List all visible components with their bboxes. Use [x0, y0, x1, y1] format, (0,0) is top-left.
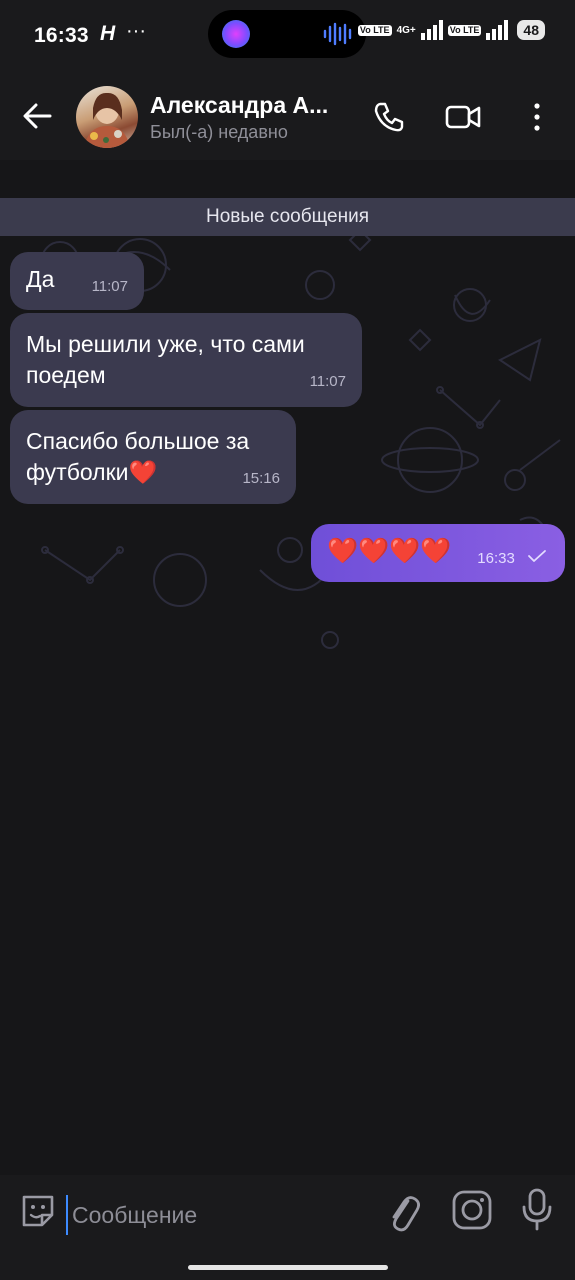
battery-icon: 48	[517, 20, 545, 40]
network-h-icon: H	[100, 22, 116, 45]
volte-icon: Vo LTE	[357, 24, 392, 36]
signal-icon-2	[486, 20, 509, 40]
sent-check-icon	[528, 550, 546, 562]
message-time: 11:07	[91, 278, 128, 295]
app-logo-icon	[222, 20, 250, 48]
status-time: 16:33	[34, 24, 89, 47]
message-input[interactable]: Сообщение	[66, 1195, 372, 1235]
chat-header: Александра А... Был(-а) недавно	[0, 72, 575, 160]
message-bubble-outgoing[interactable]: ❤️❤️❤️❤️ 16:33	[311, 524, 565, 582]
avatar[interactable]	[76, 86, 138, 148]
contact-status: Был(-а) недавно	[150, 122, 288, 142]
message-time: 11:07	[309, 373, 346, 390]
attach-paperclip-icon[interactable]	[386, 1191, 420, 1233]
status-bar: 16:33 H ··· Vo LTE 4G+ Vo LTE 48	[0, 0, 575, 72]
more-vertical-icon[interactable]	[526, 100, 548, 134]
message-time: 15:16	[242, 470, 280, 487]
volte-icon-2: Vo LTE	[447, 24, 482, 36]
video-camera-icon[interactable]	[444, 100, 482, 134]
message-bubble-incoming[interactable]: Мы решили уже, что сами поедем 11:07	[10, 313, 362, 407]
signal-icon	[420, 20, 443, 40]
message-bubble-incoming[interactable]: Да 11:07	[10, 252, 144, 310]
status-icons: Vo LTE 4G+ Vo LTE 48	[357, 20, 545, 40]
message-input-bar: Сообщение	[0, 1175, 575, 1280]
dynamic-island	[208, 10, 366, 58]
new-messages-banner: Новые сообщения	[0, 198, 575, 236]
network-type-label: 4G+	[396, 24, 416, 36]
more-notifications-icon: ···	[126, 20, 146, 42]
sticker-icon[interactable]	[18, 1191, 58, 1231]
home-indicator[interactable]	[188, 1265, 388, 1270]
chat-area[interactable]: Новые сообщения Да 11:07 Мы решили уже, …	[0, 160, 575, 1175]
camera-icon[interactable]	[451, 1189, 493, 1231]
audio-wave-icon	[323, 22, 352, 46]
microphone-icon[interactable]	[520, 1187, 554, 1233]
phone-icon[interactable]	[372, 100, 406, 134]
contact-name[interactable]: Александра А...	[150, 92, 328, 119]
message-time: 16:33	[477, 550, 515, 567]
message-bubble-incoming[interactable]: Спасибо большое за футболки❤️ 15:16	[10, 410, 296, 504]
message-time-status: 16:33	[477, 543, 547, 574]
back-arrow-icon[interactable]	[20, 96, 56, 136]
